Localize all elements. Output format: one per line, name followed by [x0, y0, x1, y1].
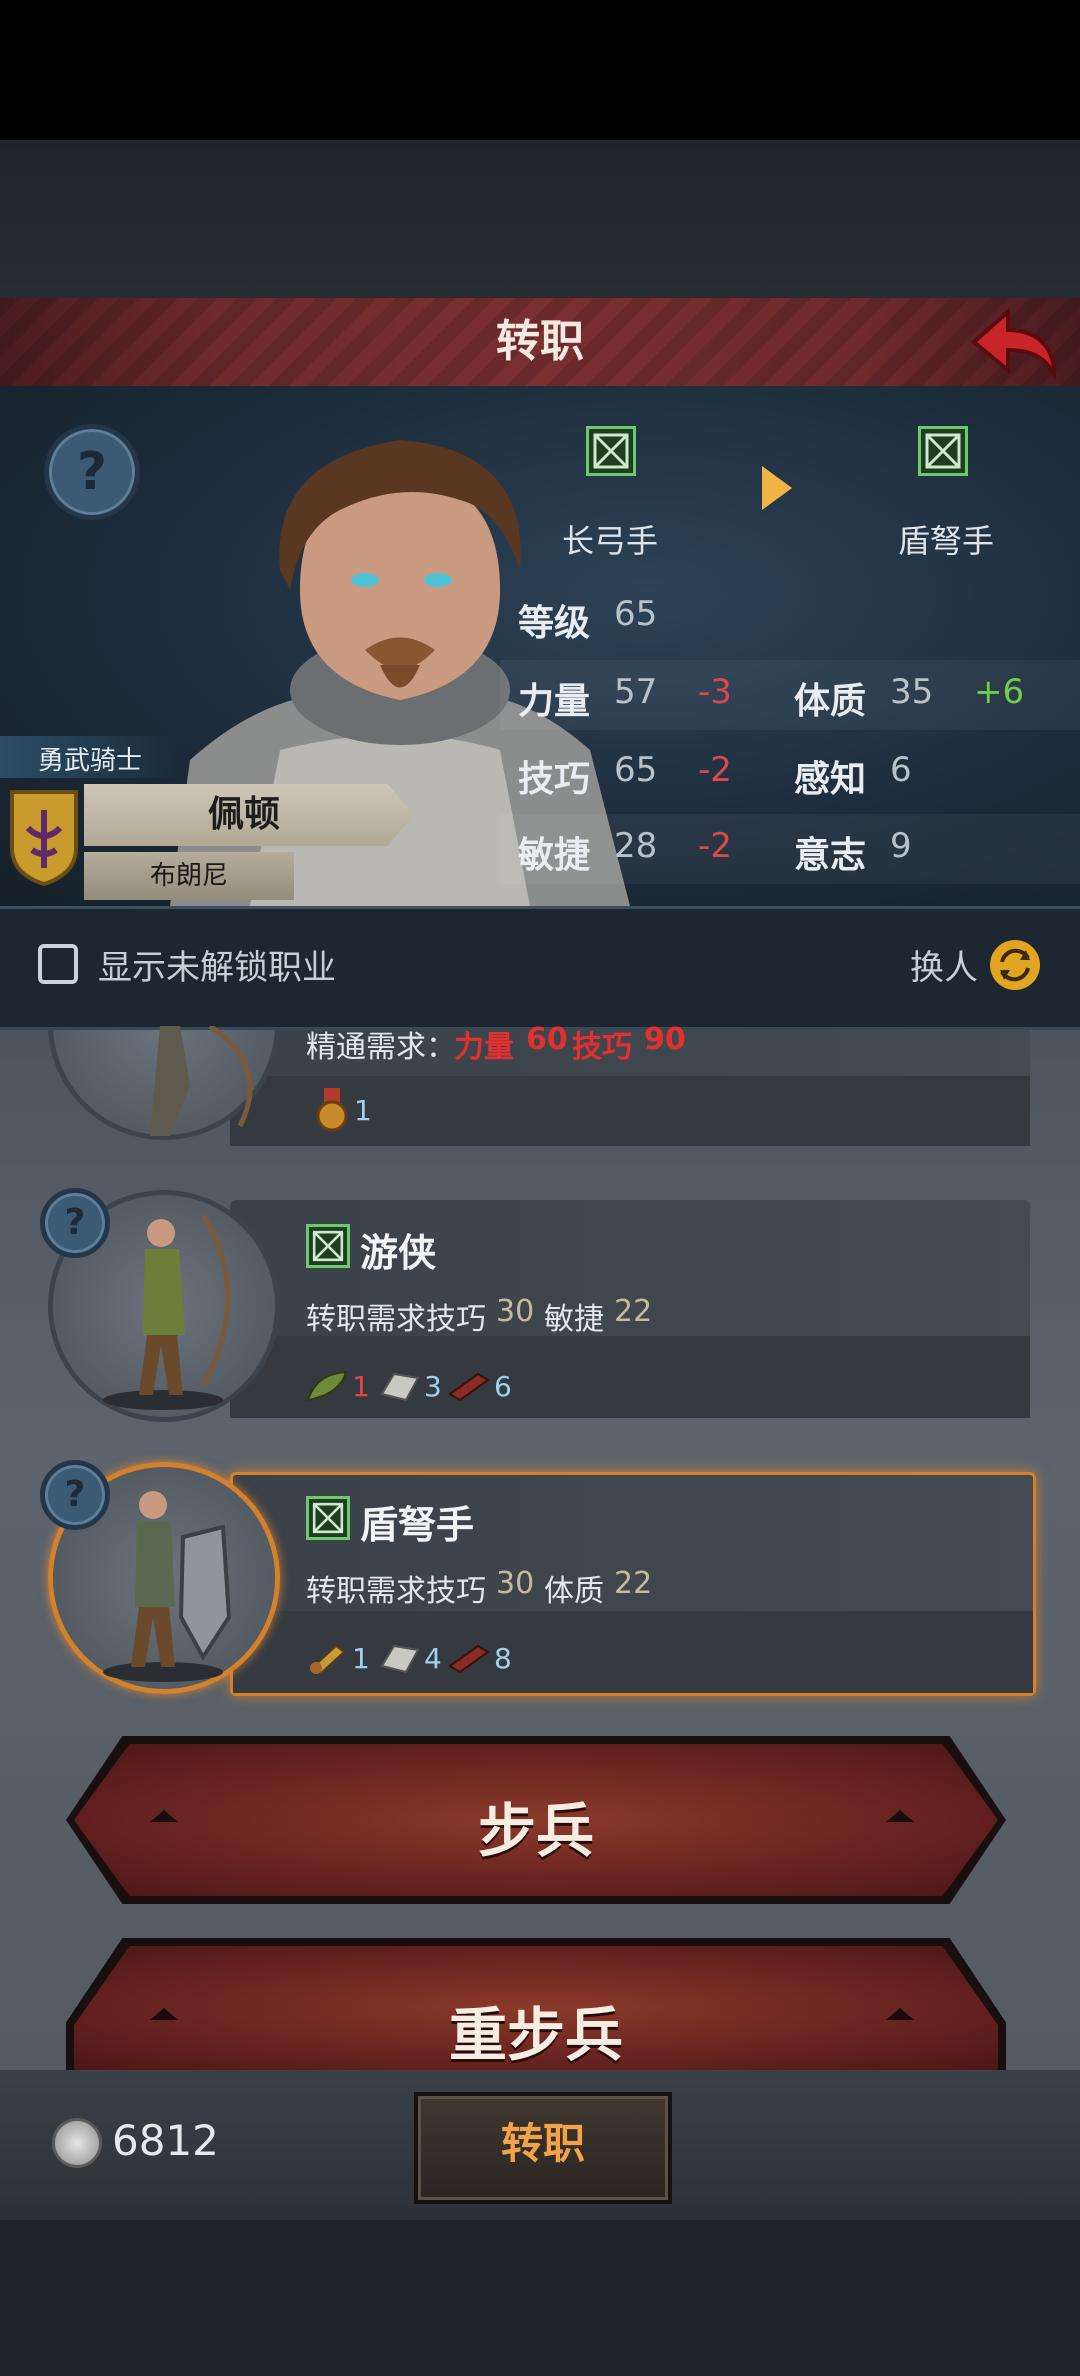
silver-coin-icon — [52, 2118, 102, 2168]
medal-icon — [312, 1088, 352, 1132]
level-label: 等级 — [518, 603, 591, 644]
level-value: 65 — [614, 594, 658, 634]
cost-count: 4 — [424, 1642, 442, 1675]
stat-key: 意志 — [794, 835, 867, 876]
wood-plank-icon — [448, 1370, 490, 1402]
stat-key: 体质 — [794, 681, 867, 722]
wood-plank-icon — [448, 1642, 490, 1674]
iron-ingot-icon — [378, 1642, 420, 1674]
stat-delta: -2 — [698, 750, 732, 790]
back-arrow-icon[interactable] — [968, 300, 1060, 384]
stat-key: 感知 — [794, 759, 867, 800]
cost-count: 6 — [494, 1370, 512, 1403]
cost-count: 1 — [352, 1370, 370, 1403]
transition-arrow-icon — [762, 466, 792, 510]
stat-value: 9 — [890, 826, 912, 866]
page-title: 转职 — [496, 316, 584, 367]
top-band — [0, 140, 1080, 298]
cost-count: 1 — [354, 1094, 372, 1127]
coin-count: 6812 — [112, 2116, 219, 2165]
req-value: 60 — [526, 1022, 568, 1057]
stat-value: 57 — [614, 672, 658, 712]
crest-icon — [8, 788, 80, 888]
stat-value: 28 — [614, 826, 658, 866]
to-class-icon — [918, 426, 968, 476]
help-icon[interactable]: ? — [40, 1188, 110, 1258]
req-value: 90 — [644, 1022, 686, 1057]
req-stat: 技巧 — [426, 1302, 486, 1337]
help-icon[interactable]: ? — [40, 1460, 110, 1530]
cost-count: 3 — [424, 1370, 442, 1403]
class-name: 盾弩手 — [360, 1503, 475, 1547]
help-icon[interactable]: ? — [44, 424, 140, 520]
cost-count: 1 — [352, 1642, 370, 1675]
character-title: 勇武骑士 — [38, 746, 143, 776]
req-stat: 技巧 — [426, 1574, 486, 1609]
req-value: 30 — [496, 1294, 535, 1329]
class-name: 游侠 — [360, 1231, 437, 1275]
stat-delta: -2 — [698, 826, 732, 866]
stat-value: 35 — [890, 672, 934, 712]
from-class-icon — [586, 426, 636, 476]
character-title-tag: 勇武骑士 — [0, 736, 180, 778]
class-icon — [306, 1496, 350, 1540]
scroll-icon — [306, 1642, 348, 1676]
req-stat: 力量 — [454, 1030, 514, 1065]
confirm-button-label[interactable]: 转职 — [414, 2092, 672, 2196]
req-stat: 技巧 — [572, 1030, 632, 1065]
req-stat: 敏捷 — [544, 1302, 604, 1337]
footer-area — [0, 2220, 1080, 2376]
character-name: 佩顿 — [207, 794, 280, 835]
swap-icon[interactable] — [990, 940, 1040, 990]
stat-delta: -3 — [698, 672, 732, 712]
category-label: 步兵 — [477, 1797, 594, 1865]
show-locked-label[interactable]: 显示未解锁职业 — [98, 940, 336, 989]
req-value: 22 — [614, 1294, 653, 1329]
stat-value: 65 — [614, 750, 658, 790]
to-class-label: 盾弩手 — [898, 522, 995, 560]
req-value: 22 — [614, 1566, 653, 1601]
stat-delta: +6 — [974, 672, 1025, 712]
iron-ingot-icon — [378, 1370, 420, 1402]
class-icon — [306, 1224, 350, 1268]
req-label: 转职需求 — [306, 1302, 426, 1337]
stat-key: 技巧 — [518, 759, 591, 800]
category-label: 重步兵 — [448, 2001, 623, 2069]
swap-character-label[interactable]: 换人 — [910, 940, 978, 989]
req-value: 30 — [496, 1566, 535, 1601]
stat-value: 6 — [890, 750, 912, 790]
req-stat: 体质 — [544, 1574, 604, 1609]
stat-key: 敏捷 — [518, 835, 591, 876]
archer-figure — [120, 1023, 290, 1136]
mastery-req-label: 精通需求： — [306, 1030, 456, 1065]
show-locked-checkbox[interactable] — [38, 944, 78, 984]
stat-key: 力量 — [518, 681, 591, 722]
from-class-label: 长弓手 — [562, 522, 659, 560]
leaf-icon — [306, 1370, 348, 1402]
cost-count: 8 — [494, 1642, 512, 1675]
req-label: 转职需求 — [306, 1574, 426, 1609]
character-subname: 布朗尼 — [149, 861, 228, 891]
